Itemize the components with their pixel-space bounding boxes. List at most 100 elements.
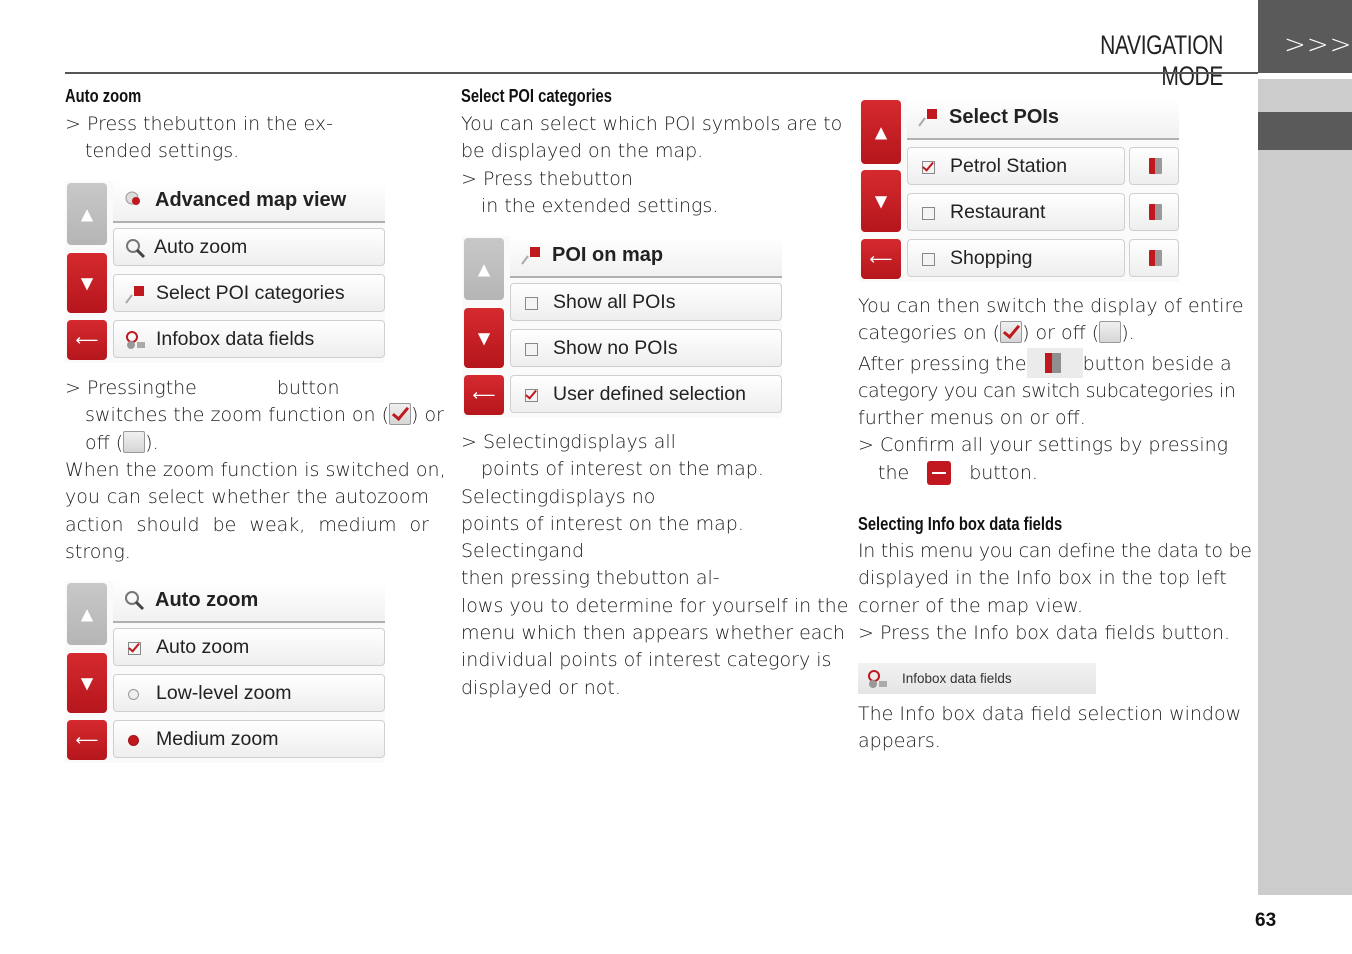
text: points of interest on the map. bbox=[461, 512, 744, 535]
text: Medium zoom bbox=[156, 728, 279, 750]
text: action should be weak, medium or bbox=[65, 513, 429, 536]
text: You can then switch the display of entir… bbox=[858, 295, 1244, 317]
checkbox-checked[interactable] bbox=[922, 161, 935, 174]
heading-select-poi-categories: Select POI categories bbox=[461, 86, 612, 106]
option-low-level-zoom[interactable]: Low-level zoom bbox=[113, 674, 385, 712]
back-arrow-icon: ⟵ bbox=[75, 730, 99, 750]
checkbox-on-icon bbox=[389, 403, 412, 426]
sidebar-section-marker bbox=[1258, 112, 1352, 150]
text: points of interest on the map. bbox=[481, 458, 764, 481]
scroll-down-button[interactable]: ▼ bbox=[67, 653, 107, 713]
checkbox-unchecked[interactable] bbox=[525, 343, 538, 356]
checkbox-checked[interactable] bbox=[128, 642, 141, 655]
checkbox-unchecked[interactable] bbox=[525, 297, 538, 310]
scroll-up-button[interactable]: ▲ bbox=[861, 100, 901, 164]
checkbox-checked[interactable] bbox=[525, 389, 538, 402]
text: Infobox data fields bbox=[902, 671, 1012, 686]
option-auto-zoom[interactable]: Auto zoom bbox=[113, 628, 385, 666]
radio-selected[interactable] bbox=[128, 735, 139, 746]
text: button in the ex- bbox=[174, 113, 333, 135]
option-show-no-pois[interactable]: Show no POIs bbox=[510, 329, 782, 367]
text: tended settings. bbox=[85, 140, 240, 163]
map-view-icon bbox=[125, 191, 140, 205]
subcategory-button[interactable] bbox=[1129, 239, 1179, 277]
infobox-gears-icon bbox=[868, 670, 887, 688]
text: the bbox=[878, 461, 910, 484]
magnifier-icon bbox=[126, 239, 146, 259]
text: > Selecting bbox=[461, 431, 571, 453]
category-shopping[interactable]: Shopping bbox=[907, 239, 1125, 277]
text: Shopping bbox=[950, 247, 1033, 269]
text: switches the zoom function on ( bbox=[85, 404, 390, 427]
scroll-down-button[interactable]: ▼ bbox=[861, 170, 901, 232]
menu-item-infobox-data-fields[interactable]: Infobox data fields bbox=[113, 320, 385, 358]
menu-title: Auto zoom bbox=[113, 581, 385, 623]
text: the bbox=[165, 377, 197, 399]
scroll-up-button[interactable]: ▲ bbox=[67, 183, 107, 245]
header-divider bbox=[65, 72, 1258, 74]
text: off ( bbox=[85, 431, 124, 454]
text: displayed or not. bbox=[461, 676, 621, 699]
back-button[interactable]: ⟵ bbox=[861, 239, 901, 279]
text: appears. bbox=[858, 730, 941, 753]
subcategory-button[interactable] bbox=[1129, 147, 1179, 185]
text: displays no bbox=[548, 485, 656, 508]
infobox-gears-icon bbox=[126, 331, 145, 349]
scroll-up-button[interactable]: ▲ bbox=[67, 583, 107, 645]
radio-unselected[interactable] bbox=[128, 689, 139, 700]
checkbox-on-icon bbox=[1000, 321, 1023, 344]
text: individual points of interest category i… bbox=[461, 649, 832, 672]
arrow-up-icon: ▲ bbox=[874, 122, 888, 142]
text: Restaurant bbox=[950, 201, 1046, 223]
back-button[interactable]: ⟵ bbox=[464, 375, 504, 415]
text: lows you to determine for yourself in th… bbox=[461, 594, 849, 617]
checkbox-unchecked[interactable] bbox=[922, 253, 935, 266]
checkbox-unchecked[interactable] bbox=[922, 207, 935, 220]
text: be displayed on the map. bbox=[461, 140, 704, 163]
scroll-up-button[interactable]: ▲ bbox=[464, 238, 504, 300]
text: ). bbox=[1121, 322, 1135, 345]
option-medium-zoom[interactable]: Medium zoom bbox=[113, 720, 385, 758]
auto-zoom-menu: ▲ ▼ ⟵ Auto zoom Auto zoom Low-level zoom… bbox=[65, 581, 385, 763]
text: further menus on or off. bbox=[858, 407, 1086, 430]
menu-item-auto-zoom[interactable]: Auto zoom bbox=[113, 228, 385, 266]
option-show-all-pois[interactable]: Show all POIs bbox=[510, 283, 782, 321]
back-arrow-icon: ⟵ bbox=[869, 249, 893, 269]
text: category you can switch subcategories in bbox=[858, 379, 1236, 402]
text: ) or bbox=[411, 404, 444, 427]
arrow-up-icon: ▲ bbox=[477, 259, 491, 279]
infobox-data-fields-button[interactable]: Infobox data fields bbox=[858, 663, 1096, 694]
category-restaurant[interactable]: Restaurant bbox=[907, 193, 1125, 231]
text: menu which then appears whether each bbox=[461, 622, 845, 645]
option-user-defined-selection[interactable]: User defined selection bbox=[510, 375, 782, 413]
text: Select POIs bbox=[949, 106, 1060, 128]
heading-auto-zoom: Auto zoom bbox=[65, 86, 142, 106]
subcategory-list-icon bbox=[1149, 204, 1162, 220]
back-arrow-icon: ⟵ bbox=[472, 385, 496, 405]
scroll-down-button[interactable]: ▼ bbox=[67, 253, 107, 313]
back-button[interactable]: ⟵ bbox=[67, 320, 107, 360]
text: and bbox=[548, 540, 585, 563]
text: > Pressing bbox=[65, 377, 166, 399]
text: categories on ( bbox=[858, 322, 1001, 345]
back-arrow-icon: ⟵ bbox=[75, 330, 99, 350]
subcategory-button[interactable] bbox=[1129, 193, 1179, 231]
section-title: NAVIGATION MODE bbox=[1100, 30, 1223, 91]
text: Show all POIs bbox=[553, 291, 676, 313]
arrow-down-icon: ▼ bbox=[80, 273, 94, 293]
category-petrol-station[interactable]: Petrol Station bbox=[907, 147, 1125, 185]
text: After pressing the bbox=[858, 352, 1027, 375]
arrow-down-icon: ▼ bbox=[80, 673, 94, 693]
text: > Confirm all your settings by pressing bbox=[858, 434, 1229, 457]
menu-item-select-poi-categories[interactable]: Select POI categories bbox=[113, 274, 385, 312]
auto-zoom-step2: > Pressingthe button switches the zoom fu… bbox=[65, 375, 444, 457]
menu-title: Select POIs bbox=[907, 98, 1179, 140]
info-box-explanation: In this menu you can define the data to … bbox=[858, 538, 1252, 647]
arrow-up-icon: ▲ bbox=[80, 204, 94, 224]
back-button[interactable]: ⟵ bbox=[67, 720, 107, 760]
text: > Press the Info box data fields button. bbox=[858, 621, 1231, 644]
scroll-down-button[interactable]: ▼ bbox=[464, 308, 504, 368]
select-pois-explanation: You can then switch the display of entir… bbox=[858, 293, 1244, 487]
text: ) or off ( bbox=[1022, 322, 1100, 345]
poi-intro: You can select which POI symbols are to … bbox=[461, 111, 842, 220]
